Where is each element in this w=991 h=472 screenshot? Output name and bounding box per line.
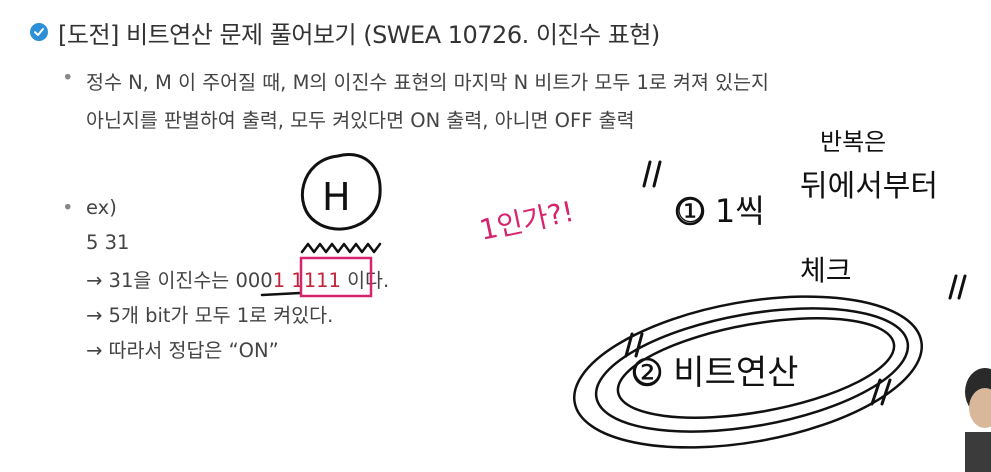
check-icon <box>30 23 48 41</box>
example-answer-line: → 따라서 정답은 “ON” <box>86 339 279 362</box>
bullet-problem-line-1: 정수 N, M 이 주어질 때, M의 이진수 표현의 마지막 N 비트가 모두… <box>86 71 769 94</box>
ellipse-inner <box>616 317 896 419</box>
example-label: ex) <box>86 196 117 219</box>
slide-title: [도전] 비트연산 문제 풀어보기 (SWEA 10726. 이진수 표현) <box>58 20 660 49</box>
binary-suffix: 이다. <box>340 269 390 292</box>
note-pink: 1인가?! <box>477 195 577 247</box>
slide-header: [도전] 비트연산 문제 풀어보기 (SWEA 10726. 이진수 표현) <box>30 14 660 50</box>
binary-leading-zeros: 000 <box>235 269 273 292</box>
example-binary-line: → 31을 이진수는 0001 1111 이다. <box>86 264 389 293</box>
example-bits-on-line: → 5개 bit가 모두 1로 켜있다. <box>86 304 334 327</box>
bullet-problem-line-2: 아닌지를 판별하여 출력, 모두 켜있다면 ON 출력, 아니면 OFF 출력 <box>86 109 635 132</box>
note-check: 체크 <box>800 254 852 287</box>
circle-step-2 <box>632 357 662 387</box>
note-step-2: ② 비트연산 <box>632 353 798 393</box>
binary-last-bits: 1 1111 <box>272 269 341 292</box>
circled-letter-text: H <box>322 175 351 219</box>
note-step-1: ① 1씩 <box>676 192 765 230</box>
ellipse-outer <box>572 295 924 449</box>
note-repeat: 반복은 <box>820 128 886 156</box>
underline-zeros <box>260 291 302 297</box>
circle-around-letter <box>300 153 382 231</box>
ellipse-middle <box>594 307 910 433</box>
underline-squiggle <box>300 242 382 254</box>
circle-step-1 <box>675 196 705 226</box>
example-input: 5 31 <box>86 231 130 254</box>
binary-prefix: → 31을 이진수는 <box>86 269 236 292</box>
note-from-back: 뒤에서부터 <box>800 169 938 204</box>
presenter-avatar <box>965 368 991 472</box>
